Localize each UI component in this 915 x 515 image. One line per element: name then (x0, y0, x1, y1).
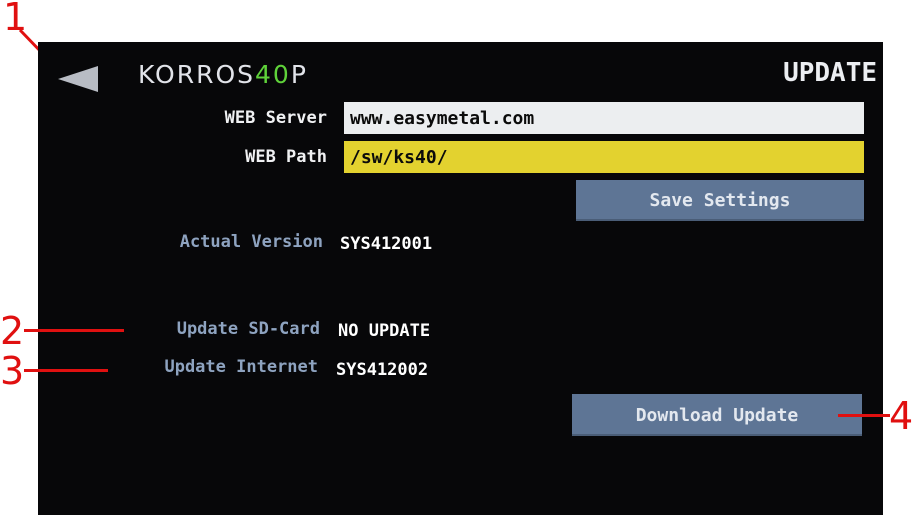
logo-text-p: P (290, 60, 308, 89)
update-sdcard-label: Update SD-Card (176, 319, 320, 339)
update-internet-value: SYS412002 (336, 360, 429, 380)
callout-2-line (24, 329, 124, 332)
web-server-label: WEB Server (224, 108, 327, 128)
download-update-button[interactable]: Download Update (572, 394, 862, 436)
callout-4-line (838, 414, 890, 417)
update-internet-label: Update Internet (164, 357, 318, 377)
callout-3: 3 (0, 349, 25, 393)
callout-2: 2 (0, 309, 25, 353)
callout-3-line (24, 369, 108, 372)
brand-logo: KORROS40P (138, 60, 308, 89)
web-server-input[interactable] (344, 102, 864, 134)
logo-text-40: 40 (255, 60, 291, 89)
callout-4: 4 (889, 394, 914, 438)
save-settings-button[interactable]: Save Settings (576, 180, 864, 221)
actual-version-label: Actual Version (179, 232, 323, 252)
web-path-label: WEB Path (245, 147, 327, 167)
back-arrow-icon[interactable] (58, 66, 98, 92)
logo-text-korros: KORROS (138, 60, 255, 89)
actual-version-value: SYS412001 (340, 234, 433, 254)
update-sdcard-value: NO UPDATE (338, 321, 431, 341)
device-screen: KORROS40P UPDATE WEB Server WEB Path Sav… (38, 42, 883, 515)
web-path-input[interactable] (344, 141, 864, 173)
page-title: UPDATE (783, 58, 877, 88)
